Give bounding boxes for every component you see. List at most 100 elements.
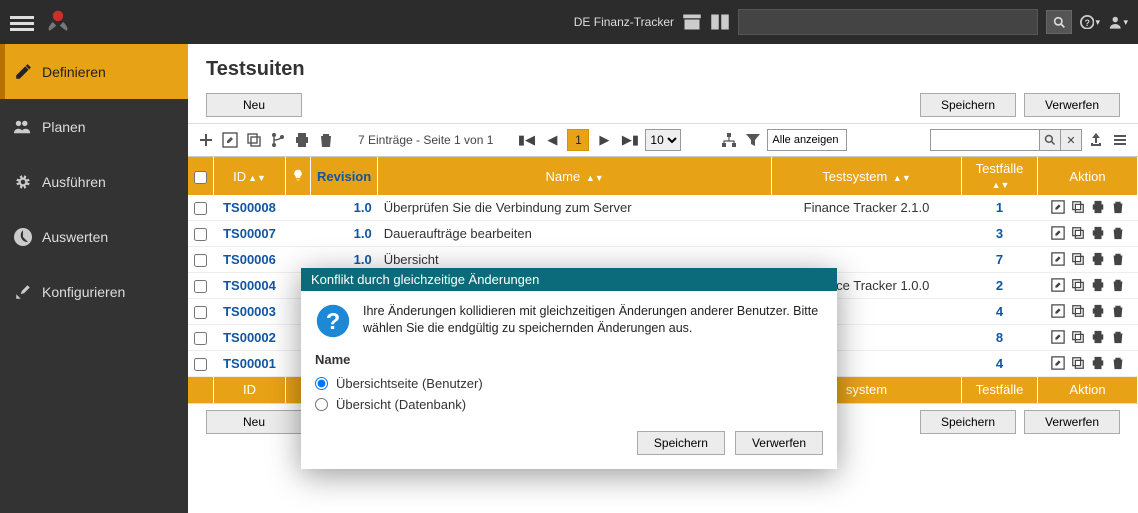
row-delete-icon[interactable] bbox=[1109, 224, 1127, 242]
app-logo-icon[interactable] bbox=[44, 8, 72, 36]
row-copy-icon[interactable] bbox=[1069, 354, 1087, 372]
row-edit-icon[interactable] bbox=[1049, 224, 1067, 242]
filter-icon[interactable] bbox=[743, 128, 763, 152]
col-header-name[interactable]: Name ▲▼ bbox=[378, 157, 772, 195]
row-print-icon[interactable] bbox=[1089, 276, 1107, 294]
row-delete-icon[interactable] bbox=[1109, 302, 1127, 320]
row-checkbox[interactable] bbox=[194, 280, 207, 293]
sidebar-item-execute[interactable]: Ausführen bbox=[0, 154, 188, 209]
row-cases-link[interactable]: 4 bbox=[996, 304, 1003, 319]
row-print-icon[interactable] bbox=[1089, 302, 1107, 320]
row-cases-link[interactable]: 1 bbox=[996, 200, 1003, 215]
board-icon[interactable] bbox=[710, 12, 730, 32]
discard-button-bottom[interactable]: Verwerfen bbox=[1024, 410, 1120, 434]
table-row[interactable]: TS00007 1.0 Daueraufträge bearbeiten 3 bbox=[188, 221, 1138, 247]
new-button-bottom[interactable]: Neu bbox=[206, 410, 302, 434]
row-id-link[interactable]: TS00003 bbox=[223, 304, 276, 319]
table-row[interactable]: TS00008 1.0 Überprüfen Sie die Verbindun… bbox=[188, 195, 1138, 221]
col-header-bulb[interactable] bbox=[286, 157, 311, 195]
row-checkbox[interactable] bbox=[194, 358, 207, 371]
row-print-icon[interactable] bbox=[1089, 224, 1107, 242]
row-print-icon[interactable] bbox=[1089, 354, 1107, 372]
archive-icon[interactable] bbox=[682, 12, 702, 32]
conflict-radio-user[interactable] bbox=[315, 377, 328, 390]
col-header-cases[interactable]: Testfälle ▲▼ bbox=[962, 157, 1038, 195]
dialog-discard-button[interactable]: Verwerfen bbox=[735, 431, 823, 455]
row-id-link[interactable]: TS00006 bbox=[223, 252, 276, 267]
row-cases-link[interactable]: 4 bbox=[996, 356, 1003, 371]
row-edit-icon[interactable] bbox=[1049, 250, 1067, 268]
columns-icon[interactable] bbox=[1110, 128, 1130, 152]
row-checkbox[interactable] bbox=[194, 202, 207, 215]
global-search-input[interactable] bbox=[739, 15, 1037, 29]
menu-burger-icon[interactable] bbox=[10, 13, 34, 31]
page-first-icon[interactable]: ▮◀ bbox=[515, 129, 537, 151]
print-icon[interactable] bbox=[292, 128, 312, 152]
row-edit-icon[interactable] bbox=[1049, 276, 1067, 294]
row-id-link[interactable]: TS00002 bbox=[223, 330, 276, 345]
row-copy-icon[interactable] bbox=[1069, 224, 1087, 242]
global-search-button[interactable] bbox=[1046, 10, 1072, 34]
row-copy-icon[interactable] bbox=[1069, 250, 1087, 268]
row-delete-icon[interactable] bbox=[1109, 328, 1127, 346]
row-copy-icon[interactable] bbox=[1069, 328, 1087, 346]
row-print-icon[interactable] bbox=[1089, 328, 1107, 346]
sidebar-item-plan[interactable]: Planen bbox=[0, 99, 188, 154]
row-id-link[interactable]: TS00007 bbox=[223, 226, 276, 241]
table-search-input[interactable] bbox=[930, 129, 1040, 151]
search-icon[interactable] bbox=[1039, 129, 1061, 151]
sidebar-item-define[interactable]: Definieren bbox=[0, 44, 188, 99]
user-menu-icon[interactable]: ▾ bbox=[1108, 12, 1128, 32]
row-delete-icon[interactable] bbox=[1109, 250, 1127, 268]
row-id-link[interactable]: TS00001 bbox=[223, 356, 276, 371]
row-copy-icon[interactable] bbox=[1069, 276, 1087, 294]
row-id-link[interactable]: TS00004 bbox=[223, 278, 276, 293]
export-icon[interactable] bbox=[1086, 128, 1106, 152]
row-cases-link[interactable]: 7 bbox=[996, 252, 1003, 267]
help-icon[interactable]: ?▾ bbox=[1080, 12, 1100, 32]
branch-icon[interactable] bbox=[268, 128, 288, 152]
edit-icon[interactable] bbox=[220, 128, 240, 152]
sidebar-item-config[interactable]: Konfigurieren bbox=[0, 264, 188, 319]
row-edit-icon[interactable] bbox=[1049, 354, 1067, 372]
copy-icon[interactable] bbox=[244, 128, 264, 152]
delete-icon[interactable] bbox=[316, 128, 336, 152]
row-copy-icon[interactable] bbox=[1069, 198, 1087, 216]
row-cases-link[interactable]: 8 bbox=[996, 330, 1003, 345]
row-delete-icon[interactable] bbox=[1109, 276, 1127, 294]
row-copy-icon[interactable] bbox=[1069, 302, 1087, 320]
save-button-bottom[interactable]: Speichern bbox=[920, 410, 1016, 434]
row-checkbox[interactable] bbox=[194, 254, 207, 267]
conflict-radio-db[interactable] bbox=[315, 398, 328, 411]
row-delete-icon[interactable] bbox=[1109, 354, 1127, 372]
page-last-icon[interactable]: ▶▮ bbox=[619, 129, 641, 151]
row-print-icon[interactable] bbox=[1089, 198, 1107, 216]
col-header-system[interactable]: Testsystem ▲▼ bbox=[772, 157, 962, 195]
page-next-icon[interactable]: ▶ bbox=[593, 129, 615, 151]
row-print-icon[interactable] bbox=[1089, 250, 1107, 268]
row-checkbox[interactable] bbox=[194, 228, 207, 241]
page-size-select[interactable]: 10 bbox=[645, 129, 681, 151]
hierarchy-icon[interactable] bbox=[719, 128, 739, 152]
save-button[interactable]: Speichern bbox=[920, 93, 1016, 117]
conflict-option-user[interactable]: Übersichtseite (Benutzer) bbox=[315, 373, 823, 394]
row-edit-icon[interactable] bbox=[1049, 328, 1067, 346]
conflict-option-db[interactable]: Übersicht (Datenbank) bbox=[315, 394, 823, 415]
row-delete-icon[interactable] bbox=[1109, 198, 1127, 216]
filter-input[interactable] bbox=[767, 129, 847, 151]
new-button[interactable]: Neu bbox=[206, 93, 302, 117]
page-prev-icon[interactable]: ◀ bbox=[541, 129, 563, 151]
row-cases-link[interactable]: 3 bbox=[996, 226, 1003, 241]
clear-search-icon[interactable]: ✕ bbox=[1060, 129, 1082, 151]
add-icon[interactable] bbox=[196, 128, 216, 152]
row-checkbox[interactable] bbox=[194, 306, 207, 319]
col-header-id[interactable]: ID▲▼ bbox=[214, 157, 286, 195]
row-id-link[interactable]: TS00008 bbox=[223, 200, 276, 215]
row-cases-link[interactable]: 2 bbox=[996, 278, 1003, 293]
dialog-save-button[interactable]: Speichern bbox=[637, 431, 725, 455]
discard-button[interactable]: Verwerfen bbox=[1024, 93, 1120, 117]
row-checkbox[interactable] bbox=[194, 332, 207, 345]
row-edit-icon[interactable] bbox=[1049, 302, 1067, 320]
row-edit-icon[interactable] bbox=[1049, 198, 1067, 216]
col-header-revision[interactable]: Revision bbox=[311, 157, 378, 195]
